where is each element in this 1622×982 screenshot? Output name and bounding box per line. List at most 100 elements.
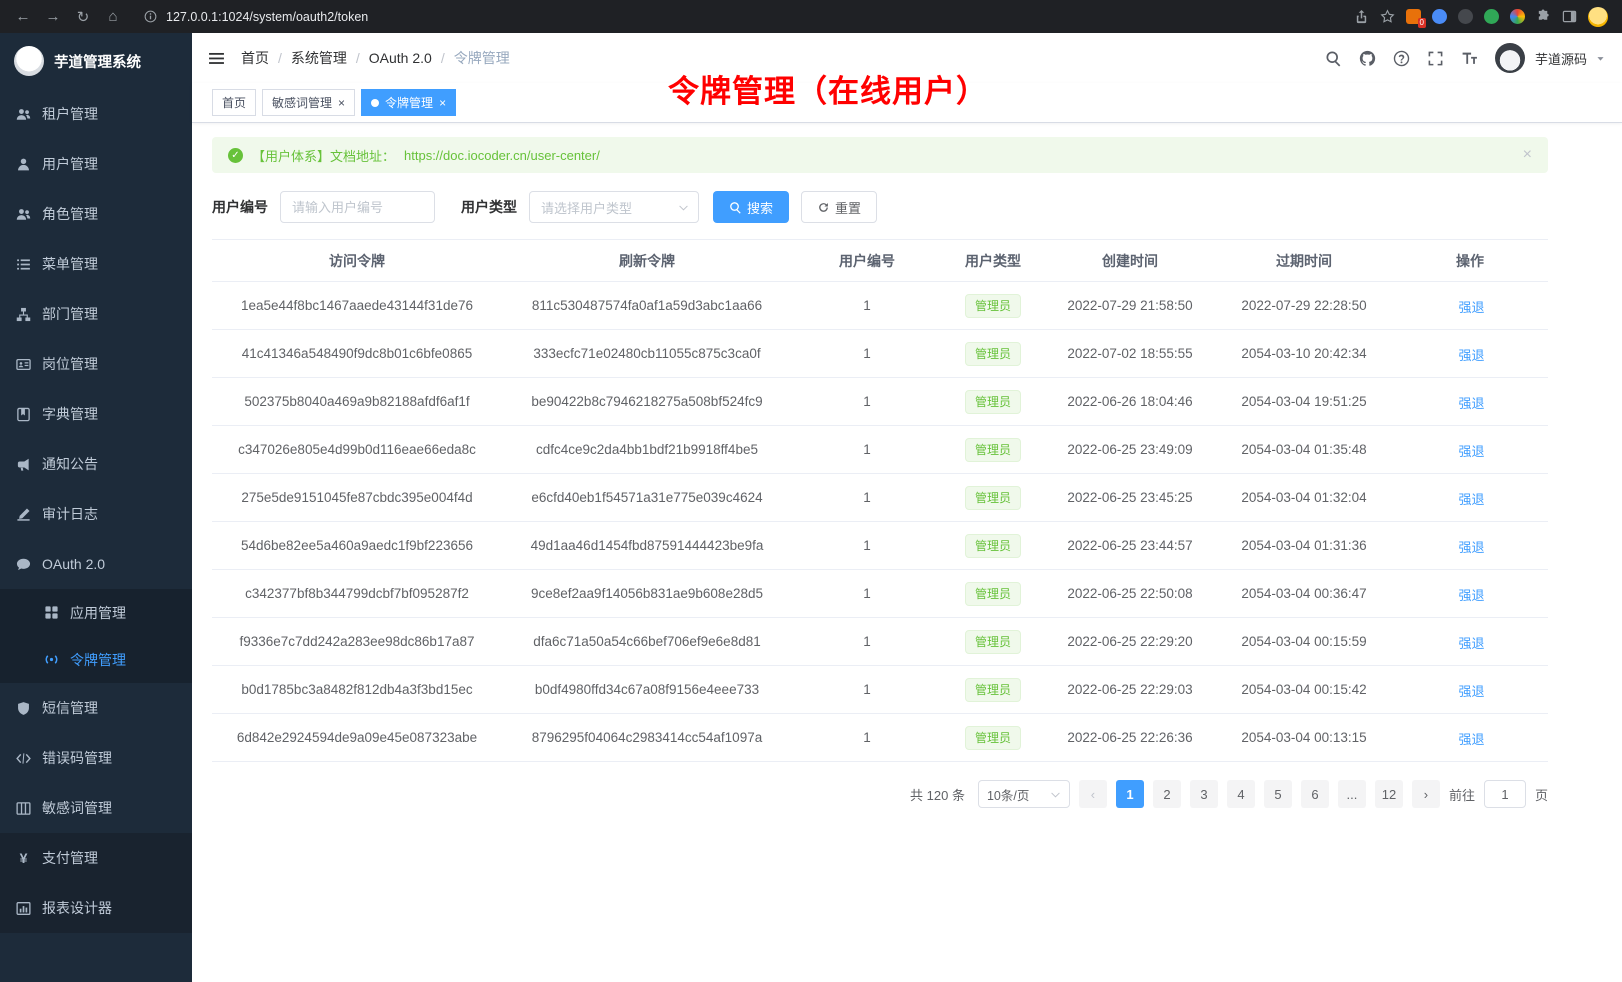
extensions-puzzle-icon[interactable] bbox=[1536, 9, 1551, 24]
sidebar-item-11[interactable]: 错误码管理 bbox=[0, 733, 192, 783]
breadcrumb-item[interactable]: OAuth 2.0 bbox=[369, 50, 432, 66]
sidebar-item-2[interactable]: 角色管理 bbox=[0, 189, 192, 239]
megaphone-icon bbox=[16, 457, 31, 472]
user-type-badge: 管理员 bbox=[965, 582, 1021, 606]
chat-icon bbox=[16, 557, 31, 572]
goto-page-input[interactable] bbox=[1484, 780, 1526, 808]
user-name[interactable]: 芋道源码 bbox=[1535, 49, 1587, 68]
page-button-12[interactable]: 12 bbox=[1375, 780, 1403, 808]
main-panel: 首页/系统管理/OAuth 2.0/令牌管理 芋道源码 首页敏感词管理×令牌管理… bbox=[192, 33, 1622, 982]
users-icon bbox=[16, 107, 31, 122]
force-logout-button[interactable]: 强退 bbox=[1455, 633, 1484, 652]
forward-button[interactable]: → bbox=[40, 4, 66, 30]
hamburger-icon[interactable] bbox=[208, 50, 225, 67]
extension-icon[interactable] bbox=[1458, 9, 1473, 24]
search-button[interactable]: 搜索 bbox=[713, 191, 789, 223]
user-type-badge: 管理员 bbox=[965, 630, 1021, 654]
table-row: 54d6be82ee5a460a9aedc1f9bf22365649d1aa46… bbox=[212, 522, 1548, 570]
github-icon[interactable] bbox=[1359, 50, 1376, 67]
breadcrumb-separator: / bbox=[356, 50, 360, 66]
caret-down-icon[interactable] bbox=[1595, 53, 1606, 64]
sidebar-item-9[interactable]: OAuth 2.0 bbox=[0, 539, 192, 589]
user-type-badge: 管理员 bbox=[965, 726, 1021, 750]
force-logout-button[interactable]: 强退 bbox=[1455, 297, 1484, 316]
breadcrumb: 首页/系统管理/OAuth 2.0/令牌管理 bbox=[241, 48, 510, 68]
list-icon bbox=[16, 257, 31, 272]
bookmark-star-icon[interactable] bbox=[1380, 9, 1395, 24]
page-button-6[interactable]: 6 bbox=[1301, 780, 1329, 808]
sidebar-item-1[interactable]: 用户管理 bbox=[0, 139, 192, 189]
doc-link[interactable]: https://doc.iocoder.cn/user-center/ bbox=[404, 148, 600, 163]
reset-button[interactable]: 重置 bbox=[801, 191, 877, 223]
fullscreen-icon[interactable] bbox=[1427, 50, 1444, 67]
sidebar-subitem-9-1[interactable]: 令牌管理 bbox=[0, 636, 192, 683]
force-logout-button[interactable]: 强退 bbox=[1455, 729, 1484, 748]
tab-1[interactable]: 敏感词管理× bbox=[262, 89, 355, 116]
sidebar-subitem-9-0[interactable]: 应用管理 bbox=[0, 589, 192, 636]
force-logout-button[interactable]: 强退 bbox=[1455, 537, 1484, 556]
page-size-select[interactable]: 10条/页 bbox=[978, 780, 1070, 808]
page-button-4[interactable]: 4 bbox=[1227, 780, 1255, 808]
user-avatar[interactable] bbox=[1495, 43, 1525, 73]
tab-2[interactable]: 令牌管理× bbox=[361, 89, 456, 116]
extension-icon[interactable] bbox=[1432, 9, 1447, 24]
table-row: 502375b8040a469a9b82188afdf6af1fbe90422b… bbox=[212, 378, 1548, 426]
sidebar-menu: 租户管理用户管理角色管理菜单管理部门管理岗位管理字典管理通知公告审计日志OAut… bbox=[0, 89, 192, 982]
breadcrumb-item[interactable]: 首页 bbox=[241, 48, 269, 68]
sidebar-item-5[interactable]: 岗位管理 bbox=[0, 339, 192, 389]
share-icon[interactable] bbox=[1354, 9, 1369, 24]
sidebar-item-7[interactable]: 通知公告 bbox=[0, 439, 192, 489]
force-logout-button[interactable]: 强退 bbox=[1455, 489, 1484, 508]
back-button[interactable]: ← bbox=[10, 4, 36, 30]
force-logout-button[interactable]: 强退 bbox=[1455, 681, 1484, 700]
search-icon[interactable] bbox=[1325, 50, 1342, 67]
next-page-button[interactable]: › bbox=[1412, 780, 1440, 808]
page-button-1[interactable]: 1 bbox=[1116, 780, 1144, 808]
extension-icon[interactable] bbox=[1510, 9, 1525, 24]
chevron-down-icon bbox=[678, 202, 689, 213]
page-button-2[interactable]: 2 bbox=[1153, 780, 1181, 808]
table-row: c347026e805e4d99b0d116eae66eda8ccdfc4ce9… bbox=[212, 426, 1548, 474]
sidebar-item-4[interactable]: 部门管理 bbox=[0, 289, 192, 339]
sidebar-item-14[interactable]: 报表设计器 bbox=[0, 883, 192, 933]
column-header: 用户编号 bbox=[792, 240, 942, 282]
close-icon[interactable]: × bbox=[338, 97, 345, 109]
home-button[interactable]: ⌂ bbox=[100, 4, 126, 30]
user-id-input[interactable] bbox=[280, 191, 435, 223]
close-icon[interactable]: × bbox=[439, 97, 446, 109]
column-header: 刷新令牌 bbox=[502, 240, 792, 282]
page-button-5[interactable]: 5 bbox=[1264, 780, 1292, 808]
alert-close-icon[interactable]: × bbox=[1523, 146, 1532, 164]
sidebar-item-6[interactable]: 字典管理 bbox=[0, 389, 192, 439]
force-logout-button[interactable]: 强退 bbox=[1455, 393, 1484, 412]
breadcrumb-item[interactable]: 系统管理 bbox=[291, 48, 347, 68]
sidebar-item-13[interactable]: ¥支付管理 bbox=[0, 833, 192, 883]
reload-button[interactable]: ↻ bbox=[70, 4, 96, 30]
address-bar[interactable]: 127.0.0.1:1024/system/oauth2/token bbox=[130, 10, 1350, 24]
sidebar-item-0[interactable]: 租户管理 bbox=[0, 89, 192, 139]
tab-0[interactable]: 首页 bbox=[212, 89, 256, 116]
sidebar-item-3[interactable]: 菜单管理 bbox=[0, 239, 192, 289]
sidebar-item-10[interactable]: 短信管理 bbox=[0, 683, 192, 733]
force-logout-button[interactable]: 强退 bbox=[1455, 441, 1484, 460]
help-icon[interactable] bbox=[1393, 50, 1410, 67]
column-header: 过期时间 bbox=[1216, 240, 1392, 282]
font-size-icon[interactable] bbox=[1461, 50, 1478, 67]
user-type-select[interactable]: 请选择用户类型 bbox=[529, 191, 699, 223]
user-type-badge: 管理员 bbox=[965, 486, 1021, 510]
sidebar: 芋道管理系统 租户管理用户管理角色管理菜单管理部门管理岗位管理字典管理通知公告审… bbox=[0, 33, 192, 982]
prev-page-button[interactable]: ‹ bbox=[1079, 780, 1107, 808]
pager-ellipsis[interactable]: ... bbox=[1338, 780, 1366, 808]
force-logout-button[interactable]: 强退 bbox=[1455, 345, 1484, 364]
sidebar-item-12[interactable]: 敏感词管理 bbox=[0, 783, 192, 833]
chart-icon bbox=[16, 901, 31, 916]
extension-icon[interactable] bbox=[1484, 9, 1499, 24]
browser-toolbar-right: 0 bbox=[1354, 7, 1612, 27]
extension-icon[interactable]: 0 bbox=[1406, 9, 1421, 24]
force-logout-button[interactable]: 强退 bbox=[1455, 585, 1484, 604]
browser-profile-avatar[interactable] bbox=[1588, 7, 1608, 27]
tree-icon bbox=[16, 307, 31, 322]
sidebar-item-8[interactable]: 审计日志 bbox=[0, 489, 192, 539]
side-panel-icon[interactable] bbox=[1562, 9, 1577, 24]
page-button-3[interactable]: 3 bbox=[1190, 780, 1218, 808]
